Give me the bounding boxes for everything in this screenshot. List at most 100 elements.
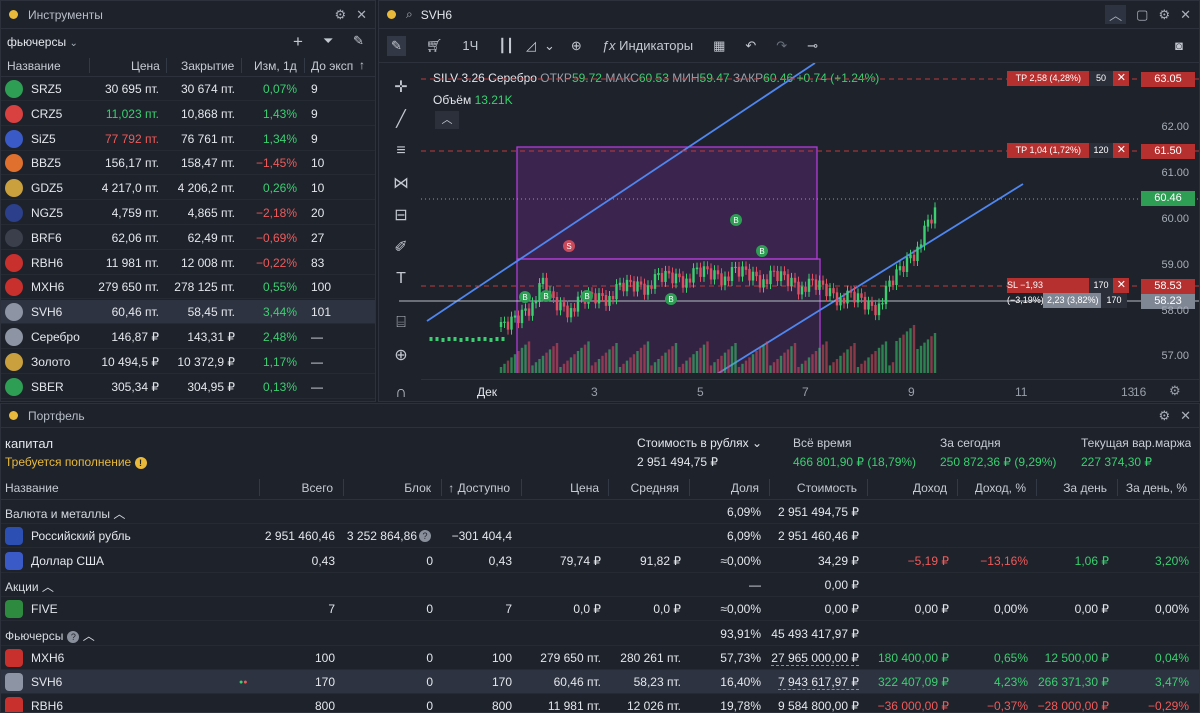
portfolio-row[interactable]: RBH6 800 0 800 11 981 пт. 12 026 пт. 19,78% 9 5… (1, 694, 1199, 712)
gear-icon[interactable]: ⚙ (1158, 408, 1170, 424)
chevron-up-icon[interactable]: ︿ (83, 629, 95, 643)
candle-body (639, 281, 643, 285)
close-icon[interactable]: ✕ (356, 7, 367, 23)
col-total[interactable]: Всего (302, 481, 333, 495)
help-icon[interactable]: ? (419, 530, 431, 543)
portfolio-row[interactable]: FIVE 7 0 7 0,0 ₽ 0,0 ₽ ≈0,00% 0,00 ₽ 0,00 ₽ 0,00%… (1, 597, 1199, 622)
indicators-button[interactable]: ƒx Индикаторы (602, 38, 693, 53)
panel-color-dot[interactable] (9, 411, 18, 420)
col-share[interactable]: Доля (731, 481, 759, 495)
col-available[interactable]: ↑ Доступно (448, 481, 510, 495)
col-price[interactable]: Цена (570, 481, 599, 495)
col-name[interactable]: Название (7, 59, 61, 73)
group-title: Фьючерсы? ︿ (5, 627, 95, 644)
draw-tool-icon[interactable]: ✎ (387, 35, 406, 56)
order-label[interactable]: SL −1,93 (−3,19%) 170 ✕ (1007, 278, 1129, 305)
col-value[interactable]: Стоимость (797, 481, 857, 495)
col-average[interactable]: Средняя (631, 481, 679, 495)
col-change[interactable]: Изм, 1д (254, 59, 297, 73)
group-row[interactable]: Фьючерсы? ︿ 93,91% 45 493 417,97 ₽ (1, 622, 1199, 646)
redo-icon[interactable]: ↷ (776, 38, 787, 54)
instrument-row[interactable]: SBER 305,34 ₽ 304,95 ₽ 0,13% — (1, 375, 375, 399)
instrument-row[interactable]: Серебро 146,87 ₽ 143,31 ₽ 2,48% — (1, 325, 375, 349)
summary-label[interactable]: Стоимость в рублях ⌄ (637, 436, 762, 450)
instrument-row[interactable]: BRF6 62,06 пт. 62,49 пт. −0,69% 27 (1, 226, 375, 250)
group-name: Валюта и металлы (5, 507, 111, 521)
col-block-label: Блок (404, 481, 431, 495)
account-name[interactable]: капитал (5, 436, 53, 451)
col-day[interactable]: За день (1063, 481, 1107, 495)
instrument-row[interactable]: BBZ5 156,17 пт. 158,47 пт. −1,45% 10 (1, 151, 375, 176)
help-icon[interactable]: ? (67, 630, 80, 643)
candle-body (695, 267, 699, 270)
col-close[interactable]: Закрытие (181, 59, 234, 73)
candle-body (671, 272, 674, 284)
timeframe-button[interactable]: 1Ч (462, 38, 478, 53)
chevron-down-icon[interactable]: ⌄ (544, 38, 555, 54)
add-circle-icon[interactable]: ⊕ (571, 38, 582, 54)
collapse-icon[interactable]: ︿ (1105, 5, 1127, 24)
col-expiry[interactable]: До эксп (311, 59, 353, 73)
volume-bar (842, 352, 846, 373)
add-icon[interactable]: + (293, 32, 303, 52)
search-icon[interactable]: ⌕ (406, 7, 413, 22)
panel-color-dot[interactable] (387, 10, 396, 19)
instrument-row[interactable]: SiZ5 77 792 пт. 76 761 пт. 1,34% 9 (1, 127, 375, 151)
maximize-icon[interactable]: ▢ (1136, 7, 1148, 23)
edit-icon[interactable]: ✎ (353, 33, 364, 49)
group-row[interactable]: Валюта и металлы ︿ 6,09% 2 951 494,75 ₽ (1, 500, 1199, 524)
group-row[interactable]: Акции ︿ — 0,00 ₽ (1, 573, 1199, 597)
close-icon[interactable]: ✕ (1180, 7, 1191, 23)
portfolio-row[interactable]: MXH6 100 0 100 279 650 пт. 280 261 пт. 57,73% 2… (1, 646, 1199, 670)
position-label[interactable]: 2,23 (3,82%) 170 (1043, 293, 1127, 308)
undo-icon[interactable]: ↶ (745, 38, 756, 54)
candles-icon[interactable]: ┃┃ (498, 38, 514, 54)
close-order-icon[interactable]: ✕ (1117, 278, 1126, 293)
close-icon[interactable]: ✕ (1180, 408, 1191, 424)
price-chart[interactable]: S B B B B B B (379, 63, 1200, 373)
panel-color-dot[interactable] (9, 10, 18, 19)
gear-icon[interactable]: ⚙ (1158, 7, 1170, 23)
col-block[interactable]: Блок (404, 481, 431, 495)
instrument-row[interactable]: MXH6 279 650 пт. 278 125 пт. 0,55% 100 (1, 275, 375, 300)
x-tick: 3 (591, 385, 598, 399)
portfolio-row[interactable]: Доллар США 0,43 0 0,43 79,74 ₽ 91,82 ₽ ≈0,00% 3… (1, 549, 1199, 573)
sort-up-icon[interactable]: ↑ (359, 58, 365, 72)
chart-ticker[interactable]: SVH6 (421, 8, 452, 22)
instrument-row[interactable]: NGZ5 4,759 пт. 4,865 пт. −2,18% 20 (1, 201, 375, 225)
gear-icon[interactable]: ⚙ (334, 7, 346, 23)
crosshair-sync-icon[interactable]: ⊸ (807, 38, 818, 54)
layout-grid-icon[interactable]: ▦ (713, 38, 725, 54)
area-chart-icon[interactable]: ◿ (526, 38, 536, 54)
portfolio-row[interactable]: Российский рубль? 2 951 460,46 3 252 864,8… (1, 524, 1199, 549)
sort-up-icon[interactable]: ↑ (448, 481, 457, 495)
list-filter-select[interactable]: фьючерсы ⌄ (7, 35, 78, 49)
cart-icon[interactable]: 🛒︎ (426, 38, 443, 54)
order-label[interactable]: TP 1,04 (1,72%) 120 ✕ (1007, 143, 1129, 158)
col-income[interactable]: Доход (913, 481, 947, 495)
candle-body (534, 300, 538, 304)
portfolio-row[interactable]: SVH6 ●● 170 0 170 60,46 пт. 58,23 пт. 16,40% 7 9… (1, 670, 1199, 695)
instrument-expiry: 20 (311, 206, 325, 220)
instrument-row[interactable]: SRZ5 30 695 пт. 30 674 пт. 0,07% 9 (1, 77, 375, 101)
close-order-icon[interactable]: ✕ (1117, 71, 1126, 86)
col-day-pct[interactable]: За день, % (1126, 481, 1187, 495)
col-income-pct[interactable]: Доход, % (975, 481, 1026, 495)
chevron-up-icon[interactable]: ︿ (113, 507, 125, 521)
info-icon[interactable]: ! (134, 457, 147, 469)
instrument-row[interactable]: SVH6 60,46 пт. 58,45 пт. 3,44% 101 (1, 300, 375, 325)
instrument-row[interactable]: RBH6 11 981 пт. 12 008 пт. −0,22% 83 (1, 251, 375, 275)
close-order-icon[interactable]: ✕ (1117, 143, 1126, 158)
instrument-row[interactable]: Золото 10 494,5 ₽ 10 372,9 ₽ 1,17% — (1, 350, 375, 374)
chevron-up-icon[interactable]: ︿ (42, 580, 54, 594)
order-label[interactable]: TP 2,58 (4,28%) 50 ✕ (1007, 71, 1129, 86)
instrument-row[interactable]: GDZ5 4 217,0 пт. 4 206,2 пт. 0,26% 10 (1, 176, 375, 201)
camera-icon[interactable]: ◙ (1175, 38, 1183, 53)
instrument-change: −2,18% (255, 206, 297, 220)
filter-icon[interactable]: ⏷ (323, 33, 333, 49)
col-price[interactable]: Цена (131, 59, 160, 73)
magnet-icon[interactable]: ∩ (385, 381, 417, 401)
instrument-row[interactable]: CRZ5 11,023 пт. 10,868 пт. 1,43% 9 (1, 102, 375, 126)
col-name[interactable]: Название (5, 481, 59, 495)
settings-icon[interactable]: ⚙ (1169, 383, 1181, 399)
